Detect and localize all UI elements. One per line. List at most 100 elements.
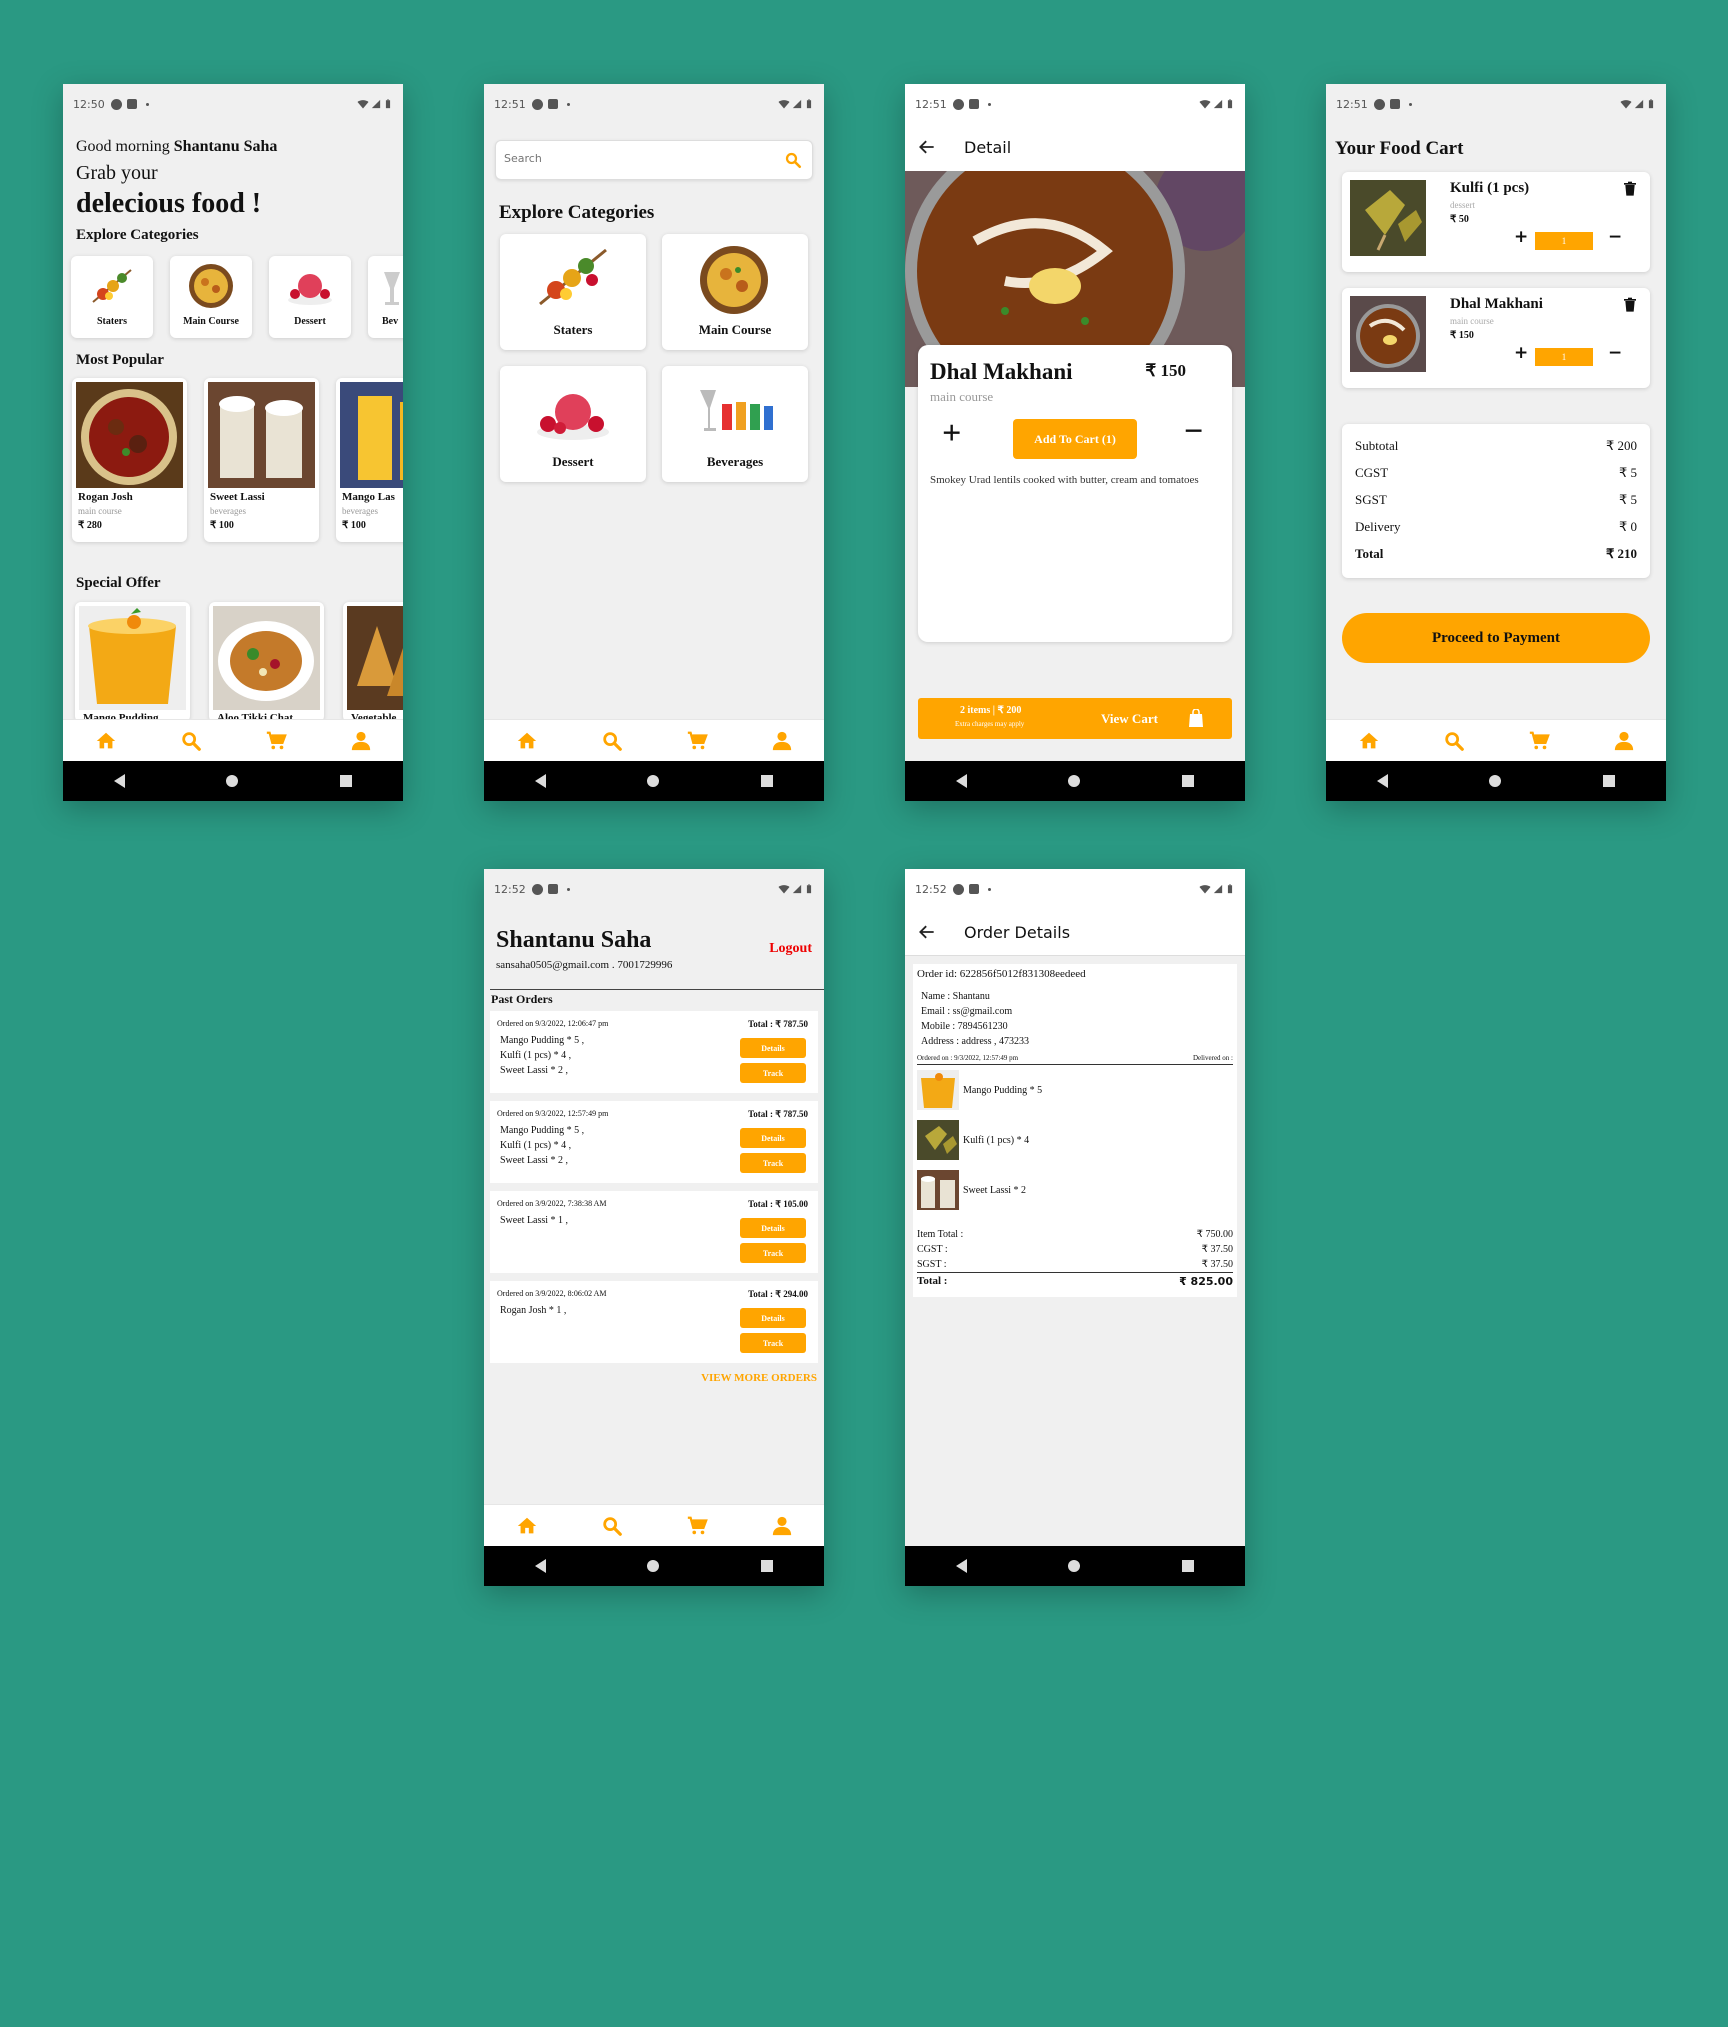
search-icon[interactable] [180,730,202,752]
decrement-button[interactable]: − [1184,415,1203,449]
offer-card[interactable]: Mango Pudding [75,602,190,722]
add-to-cart-button[interactable]: Add To Cart (1) [1013,419,1137,459]
back-nav-icon[interactable] [534,774,546,788]
logout-button[interactable]: Logout [769,941,812,957]
search-input[interactable] [504,152,764,165]
details-button[interactable]: Details [740,1218,806,1238]
cart-icon[interactable] [1528,730,1550,752]
search-icon[interactable] [601,730,623,752]
mango-pudding-image [79,606,186,710]
order-id: Order id: 622856f5012f831308eedeed [917,968,1086,980]
profile-icon[interactable] [771,730,793,752]
category-card-beverages[interactable]: Bev [368,256,403,338]
home-nav-icon[interactable] [647,775,660,787]
search-icon[interactable] [601,1515,623,1537]
customer-mobile: Mobile : 7894561230 [921,1021,1008,1032]
category-card-dessert[interactable]: Dessert [500,366,646,482]
cart-icon[interactable] [686,730,708,752]
category-label: Dessert [294,316,326,327]
category-card-main-course[interactable]: Main Course [662,234,808,350]
home-nav-icon[interactable] [1068,775,1081,787]
recents-nav-icon[interactable] [340,775,353,787]
home-nav-icon[interactable] [226,775,239,787]
system-nav [905,1546,1245,1586]
home-icon[interactable] [95,730,117,752]
track-button[interactable]: Track [740,1063,806,1083]
recents-nav-icon[interactable] [761,775,774,787]
recents-nav-icon[interactable] [1182,1560,1195,1572]
track-button[interactable]: Track [740,1153,806,1173]
item-name: Dhal Makhani [930,359,1073,384]
home-icon[interactable] [516,730,538,752]
item-category: main course [1450,316,1494,326]
category-card-dessert[interactable]: Dessert [269,256,351,338]
offer-card[interactable]: Aloo Tikki Chat [209,602,324,722]
profile-icon[interactable] [1613,730,1635,752]
popular-card[interactable]: Mango Las beverages ₹ 100 [336,378,403,542]
delivered-on: Delivered on : [1192,1054,1233,1062]
details-button[interactable]: Details [740,1038,806,1058]
offer-card[interactable]: Vegetable [343,602,403,722]
icecream-icon [537,394,609,440]
home-nav-icon[interactable] [1068,1560,1081,1572]
bill-summary: Subtotal ₹ 200 CGST ₹ 5 SGST ₹ 5 Deliver… [1342,424,1650,578]
profile-icon[interactable] [771,1515,793,1537]
qty-field[interactable]: 1 [1535,232,1593,250]
biryani-icon [189,264,233,308]
view-more-orders-link[interactable]: VIEW MORE ORDERS [701,1372,817,1384]
track-button[interactable]: Track [740,1333,806,1353]
popular-card[interactable]: Rogan Josh main course ₹ 280 [72,378,187,542]
trash-icon[interactable] [1622,296,1638,314]
qty-minus-button[interactable]: − [1608,343,1622,363]
category-card-main-course[interactable]: Main Course [170,256,252,338]
qty-plus-button[interactable]: + [1514,343,1528,363]
shopping-bag-icon [1189,709,1203,727]
proceed-to-payment-button[interactable]: Proceed to Payment [1342,613,1650,663]
home-screen: 12:50 Good morning Shantanu Saha Grab yo… [63,84,403,801]
drinks-icon [384,272,400,305]
search-bar[interactable] [495,140,813,180]
wifi-icon [1199,98,1211,110]
back-nav-icon[interactable] [534,1559,546,1573]
recents-nav-icon[interactable] [761,1560,774,1572]
home-nav-icon[interactable] [1489,775,1502,787]
app-bar: Detail [905,124,1245,171]
details-button[interactable]: Details [740,1308,806,1328]
skewer-icon [92,269,132,303]
category-card-staters[interactable]: Staters [500,234,646,350]
cart-icon[interactable] [265,730,287,752]
kulfi-image [1350,180,1426,256]
back-nav-icon[interactable] [955,1559,967,1573]
profile-icon[interactable] [350,730,372,752]
details-button[interactable]: Details [740,1128,806,1148]
back-nav-icon[interactable] [1376,774,1388,788]
cart-icon[interactable] [686,1515,708,1537]
home-icon[interactable] [1358,730,1380,752]
qty-minus-button[interactable]: − [1608,227,1622,247]
category-card-staters[interactable]: Staters [71,256,153,338]
trash-icon[interactable] [1622,180,1638,198]
back-arrow-icon[interactable] [917,922,937,942]
track-button[interactable]: Track [740,1243,806,1263]
greeting-text: Good morning [76,138,170,155]
qty-field[interactable]: 1 [1535,348,1593,366]
popular-card[interactable]: Sweet Lassi beverages ₹ 100 [204,378,319,542]
customer-address: Address : address , 473233 [921,1036,1030,1047]
home-nav-icon[interactable] [647,1560,660,1572]
recents-nav-icon[interactable] [1603,775,1616,787]
category-label: Dessert [552,454,594,469]
search-icon[interactable] [1443,730,1465,752]
total-label: Item Total : [917,1229,964,1240]
back-nav-icon[interactable] [955,774,967,788]
category-card-beverages[interactable]: Beverages [662,366,808,482]
qty-plus-button[interactable]: + [1514,227,1528,247]
back-arrow-icon[interactable] [917,137,937,157]
recents-nav-icon[interactable] [1182,775,1195,787]
view-cart-bar[interactable]: 2 items | ₹ 200 Extra charges may apply … [918,698,1232,739]
status-bar: 12:51 [484,84,824,124]
search-icon[interactable] [784,151,802,169]
status-bar: 12:51 [905,84,1245,124]
increment-button[interactable]: + [942,417,961,451]
home-icon[interactable] [516,1515,538,1537]
back-nav-icon[interactable] [113,774,125,788]
